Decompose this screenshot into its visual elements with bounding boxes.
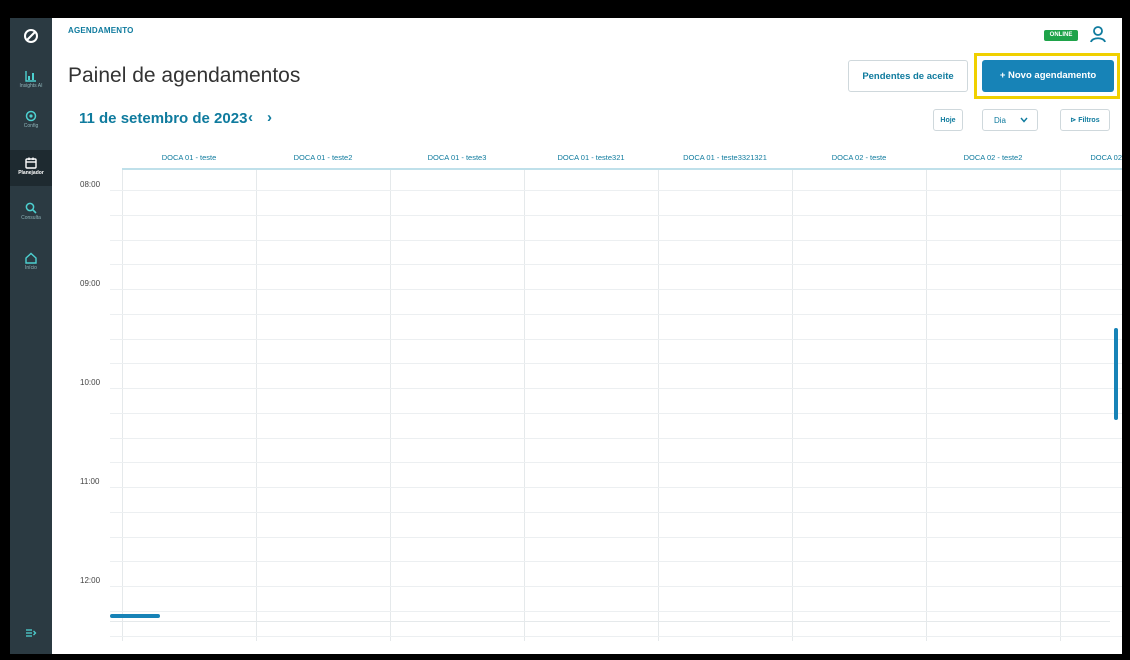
sidebar: Insights AI Config Planejador Consulta I… [10,18,52,654]
time-slot-line [110,215,1122,216]
time-slot-line [110,413,1122,414]
time-slot-line [110,339,1122,340]
pending-approval-button[interactable]: Pendentes de aceite [848,60,968,92]
sidebar-item-label: Insights AI [19,83,43,89]
breadcrumb: AGENDAMENTO [68,26,134,35]
time-slot-line [110,363,1122,364]
column-header: DOCA 02 - teste [792,146,926,170]
column-header: DOCA 01 - teste3321321 [658,146,792,170]
chart-icon [25,71,36,82]
calendar-icon [25,157,37,169]
search-icon [25,202,37,214]
expand-menu-icon[interactable] [10,628,52,638]
column-header: DOCA 01 - teste [122,146,256,170]
status-badge: ONLINE [1044,30,1078,41]
time-slot-line [110,190,1122,191]
sidebar-item-insights[interactable]: Insights AI [10,70,52,89]
view-select-value: Dia [994,116,1007,125]
time-slot-line [110,388,1122,389]
next-day-button[interactable]: › [267,109,272,126]
vertical-scrollbar[interactable] [1114,328,1118,420]
time-slot-line [110,314,1122,315]
page-title: Painel de agendamentos [68,64,301,87]
time-label: 11:00 [80,477,100,486]
horizontal-scrollbar[interactable] [110,614,160,618]
home-icon [25,252,37,264]
new-schedule-button[interactable]: + Novo agendamento [982,60,1114,92]
time-slot-line [110,611,1122,612]
column-header: DOCA 01 - teste3 [390,146,524,170]
logo-icon[interactable] [10,28,52,44]
sidebar-item-config[interactable]: Config [10,110,52,129]
time-slot-line [110,264,1122,265]
today-button[interactable]: Hoje [933,109,963,131]
column-header: DOCA 01 - teste321 [524,146,658,170]
filters-button[interactable]: ⊳ Filtros [1060,109,1110,131]
prev-day-button[interactable]: ‹ [248,109,253,126]
sidebar-item-planejador[interactable]: Planejador [10,150,52,186]
time-slot-line [110,636,1122,637]
time-slot-line [110,240,1122,241]
chevron-down-icon [1020,117,1028,123]
time-label: 10:00 [80,378,101,387]
column-header: DOCA 01 - teste2 [256,146,390,170]
current-date: 11 de setembro de 2023 [79,110,248,127]
user-icon[interactable] [1088,24,1108,44]
time-slot-line [110,438,1122,439]
time-label: 09:00 [80,279,101,288]
sidebar-item-consulta[interactable]: Consulta [10,202,52,221]
gear-icon [25,110,37,122]
time-label: 08:00 [80,180,101,189]
main-content: AGENDAMENTO ONLINE Painel de agendamento… [52,18,1122,654]
time-slot-line [110,586,1122,587]
sidebar-item-inicio[interactable]: Início [10,252,52,271]
time-slot-line [110,512,1122,513]
time-slot-line [110,462,1122,463]
time-slot-line [110,561,1122,562]
divider [110,621,1110,622]
sidebar-item-label: Início [25,265,37,271]
view-select[interactable]: Dia [982,109,1038,131]
time-slot-line [110,289,1122,290]
time-slot-line [110,487,1122,488]
sidebar-item-label: Consulta [21,215,41,221]
sidebar-item-label: Planejador [18,170,44,176]
app-window: Insights AI Config Planejador Consulta I… [10,18,1122,654]
time-label: 12:00 [80,576,101,585]
column-header: DOCA 02 - teste2 [926,146,1060,170]
calendar-grid: DOCA 01 - teste DOCA 01 - teste2 DOCA 01… [110,146,1122,641]
sidebar-item-label: Config [23,123,39,129]
time-slot-line [110,537,1122,538]
column-header: DOCA 02 [1060,146,1122,170]
